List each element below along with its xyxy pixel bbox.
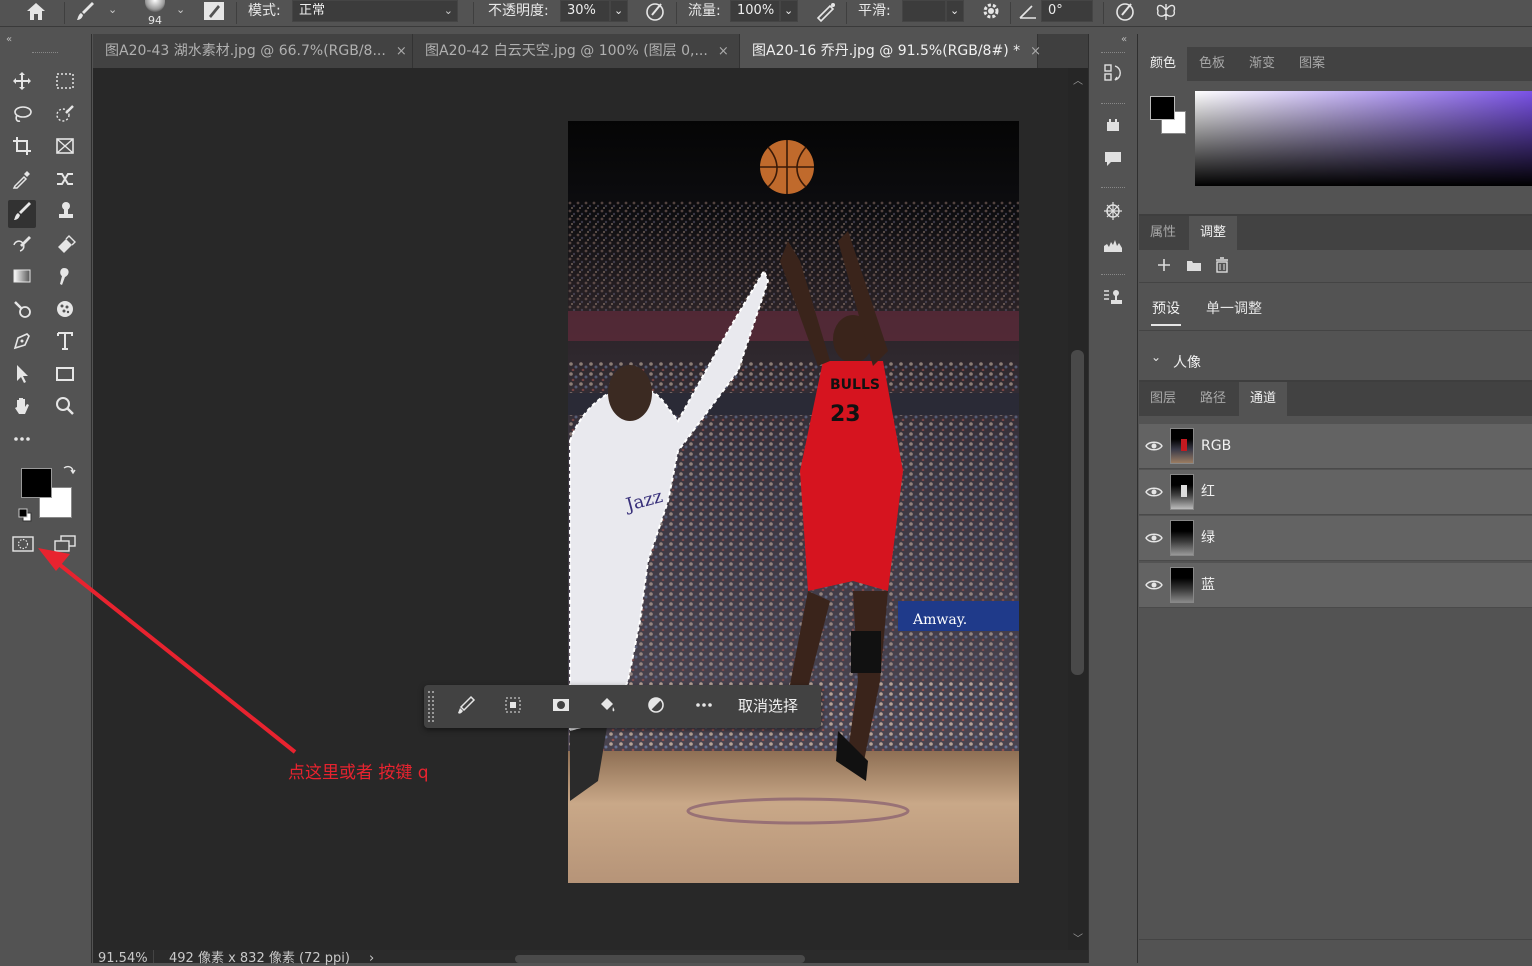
- channel-thumbnail: [1170, 567, 1194, 603]
- preset-group-label: 人像: [1173, 355, 1201, 371]
- panel-icons-column: «: [1088, 34, 1138, 963]
- tab-swatches[interactable]: 色板: [1188, 47, 1236, 81]
- channel-name: RGB: [1201, 438, 1232, 454]
- visibility-eye-icon[interactable]: [1145, 576, 1163, 594]
- tab-patterns[interactable]: 图案: [1288, 47, 1336, 81]
- channel-row-red[interactable]: 红: [1139, 470, 1532, 515]
- histogram-icon[interactable]: [1099, 234, 1127, 262]
- properties-stamp-icon[interactable]: [1099, 286, 1127, 314]
- visibility-eye-icon[interactable]: [1145, 529, 1163, 547]
- channels-empty-area: [1139, 609, 1532, 963]
- channel-name: 红: [1201, 484, 1215, 500]
- channel-row-blue[interactable]: 蓝: [1139, 563, 1532, 608]
- horizontal-scrollbar-thumb[interactable]: [515, 955, 805, 963]
- color-panel-tabs: 颜色 色板 渐变 图案: [1139, 47, 1532, 81]
- right-panels: 颜色 色板 渐变 图案 属性 调整 预设 单一调整 ⌄ 人像 图层 路径 通道: [1139, 34, 1532, 963]
- visibility-eye-icon[interactable]: [1145, 437, 1163, 455]
- history-panel-icon[interactable]: [1099, 62, 1127, 90]
- adjustments-panel-tabs: 属性 调整: [1139, 216, 1532, 250]
- channel-thumbnail: [1170, 520, 1194, 556]
- status-menu-arrow-icon[interactable]: ›: [369, 952, 374, 965]
- channel-row-rgb[interactable]: RGB: [1139, 424, 1532, 469]
- tab-layers[interactable]: 图层: [1139, 382, 1187, 416]
- tab-presets[interactable]: 预设: [1152, 298, 1180, 318]
- tab-properties[interactable]: 属性: [1139, 216, 1187, 250]
- tab-channels[interactable]: 通道: [1239, 382, 1288, 416]
- preset-group-portrait[interactable]: ⌄ 人像: [1151, 350, 1351, 372]
- channels-footer: [1139, 939, 1532, 963]
- zoom-level[interactable]: 91.54%: [98, 952, 148, 965]
- tab-gradients[interactable]: 渐变: [1238, 47, 1286, 81]
- tab-paths[interactable]: 路径: [1189, 382, 1237, 416]
- document-info: 492 像素 x 832 像素 (72 ppi): [169, 951, 350, 966]
- channel-name: 蓝: [1201, 577, 1215, 593]
- annotation-text: 点这里或者 按键 q: [288, 763, 429, 783]
- chevron-down-icon: ⌄: [1151, 350, 1162, 364]
- collapse-double-chevron-icon[interactable]: «: [1121, 34, 1127, 45]
- tab-adjustments[interactable]: 调整: [1189, 216, 1238, 250]
- tab-color[interactable]: 颜色: [1139, 47, 1188, 81]
- add-plus-icon[interactable]: [1157, 258, 1171, 276]
- color-picker-field[interactable]: [1195, 91, 1532, 186]
- channel-row-green[interactable]: 绿: [1139, 516, 1532, 561]
- channel-name: 绿: [1201, 530, 1215, 546]
- trash-icon[interactable]: [1215, 257, 1229, 277]
- layers-panel-tabs: 图层 路径 通道: [1139, 382, 1532, 416]
- comments-speech-bubble-icon[interactable]: [1099, 148, 1127, 176]
- vertical-scrollbar[interactable]: ︿ ﹀: [1068, 68, 1088, 950]
- plugins-panel-icon[interactable]: [1099, 114, 1127, 142]
- channel-thumbnail: [1170, 428, 1194, 464]
- tab-single-adjustment[interactable]: 单一调整: [1206, 298, 1262, 318]
- foreground-color-swatch[interactable]: [1150, 96, 1175, 120]
- navigator-compass-icon[interactable]: [1099, 200, 1127, 228]
- folder-icon[interactable]: [1186, 258, 1202, 276]
- scroll-down-arrow-icon[interactable]: ﹀: [1073, 930, 1083, 945]
- status-bar: 91.54% 492 像素 x 832 像素 (72 ppi) ›: [93, 950, 1088, 966]
- active-subtab-underline: [1151, 324, 1181, 326]
- channel-thumbnail: [1170, 474, 1194, 510]
- visibility-eye-icon[interactable]: [1145, 483, 1163, 501]
- scrollbar-thumb[interactable]: [1071, 350, 1084, 675]
- scroll-up-arrow-icon[interactable]: ︿: [1073, 72, 1083, 87]
